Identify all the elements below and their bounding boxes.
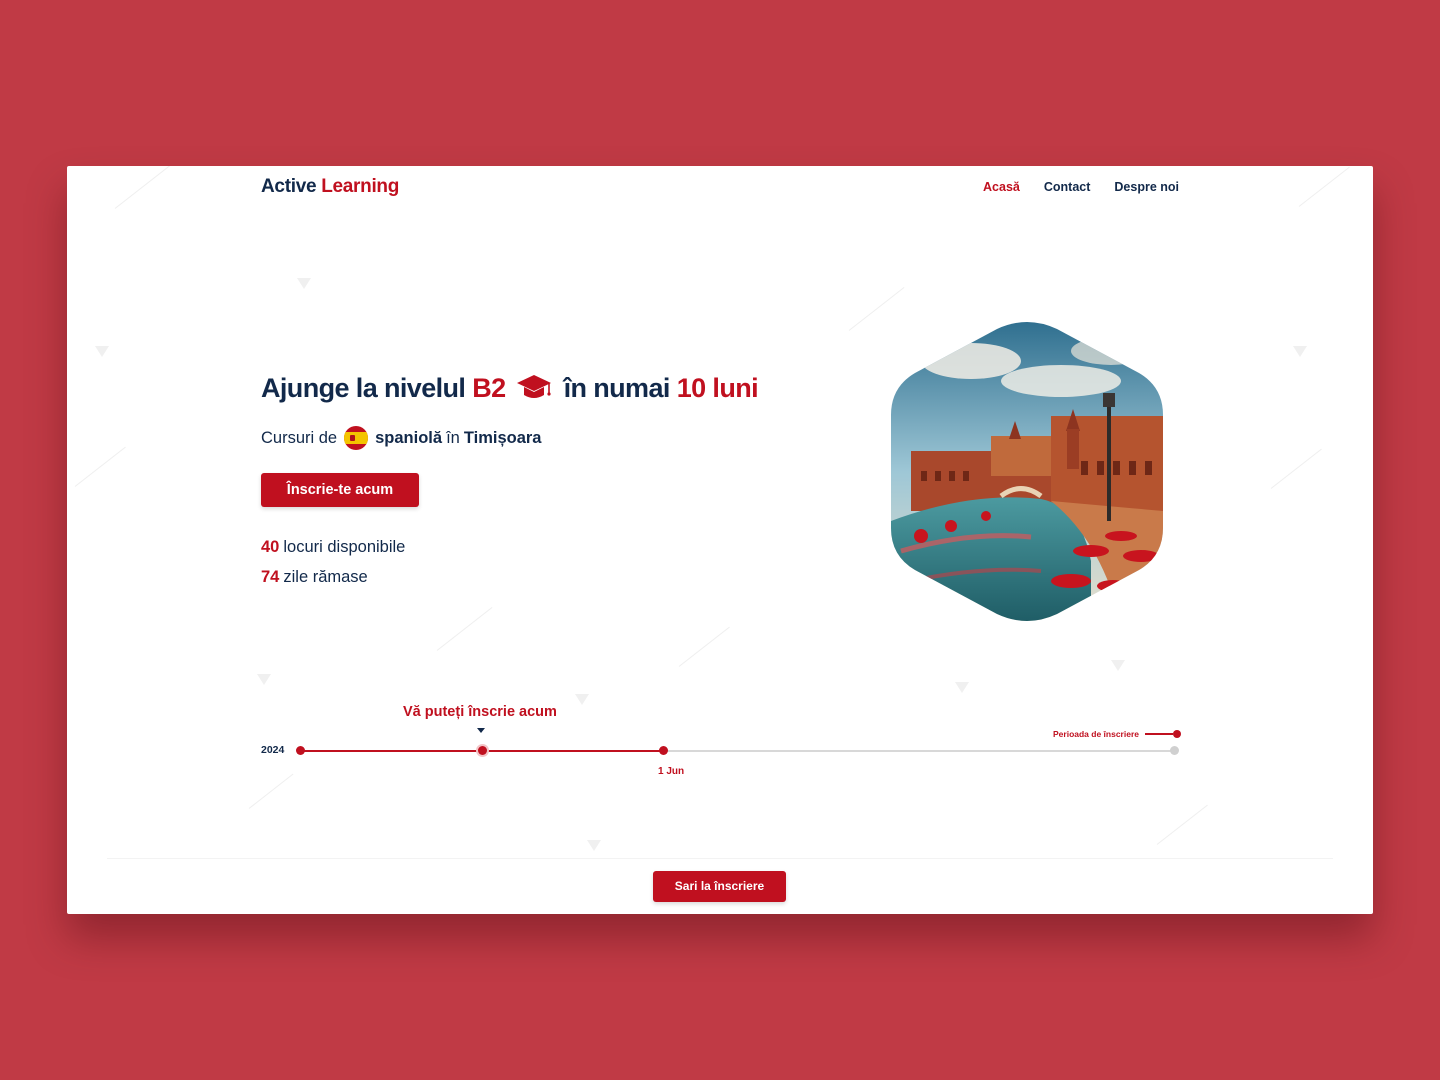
nav-link-contact[interactable]: Contact <box>1044 180 1091 194</box>
subline-pre: Cursuri de <box>261 428 338 447</box>
nav-links: Acasă Contact Despre noi <box>983 180 1179 194</box>
footer-divider <box>107 858 1333 859</box>
timeline-legend-label: Perioada de înscriere <box>1053 729 1139 739</box>
nav-link-home[interactable]: Acasă <box>983 180 1020 194</box>
browser-window: Active Learning Acasă Contact Despre noi… <box>67 166 1373 914</box>
headline-mid: în numai <box>563 372 671 403</box>
headline-level: B2 <box>472 372 506 403</box>
hero-headline: Ajunge la nivelul B2 în numai 10 luni <box>261 372 759 404</box>
timeline-date-label: 1 Jun <box>658 766 685 777</box>
decorative-stroke <box>1298 166 1350 207</box>
decorative-stroke <box>678 626 730 667</box>
timeline-milestone-dot <box>659 746 668 755</box>
timeline-legend: Perioada de înscriere <box>1053 729 1181 739</box>
stat-seats-value: 40 <box>261 538 280 556</box>
graduation-cap-icon <box>516 372 552 404</box>
stat-days-label: zile rămase <box>283 568 368 586</box>
subline-language: spaniolă <box>375 428 443 447</box>
decorative-stroke <box>1270 448 1322 489</box>
spain-flag-icon <box>344 426 369 450</box>
hero-stats: 40 locuri disponibile 74 zile rămase <box>261 532 758 592</box>
headline-duration: 10 luni <box>676 372 759 403</box>
decorative-triangle <box>1293 346 1307 357</box>
site-logo[interactable]: Active Learning <box>261 176 399 198</box>
decorative-triangle <box>955 682 969 693</box>
legend-line <box>1145 733 1173 735</box>
decorative-stroke <box>1156 804 1208 845</box>
timeline-end-dot <box>1170 746 1179 755</box>
decorative-triangle <box>587 840 601 851</box>
hero-subline: Cursuri de spaniolă în Timișoara <box>261 426 758 450</box>
hero-hexagon-image <box>891 321 1163 622</box>
decorative-stroke <box>436 607 493 651</box>
decorative-triangle <box>95 346 109 357</box>
nav-link-about[interactable]: Despre noi <box>1114 180 1179 194</box>
subline-city: Timișoara <box>463 428 542 447</box>
timeline-current-label: Vă puteți înscrie acum <box>403 704 557 720</box>
timeline-start-dot <box>296 746 305 755</box>
stat-days: 74 zile rămase <box>261 562 758 592</box>
logo-accent: Learning <box>321 176 400 197</box>
timeline-current-dot <box>478 746 487 755</box>
decorative-stroke <box>114 166 171 209</box>
subline-in: în <box>446 428 460 447</box>
stat-seats-label: locuri disponibile <box>283 538 406 556</box>
legend-dot <box>1173 730 1181 738</box>
timeline-year: 2024 <box>261 744 285 756</box>
decorative-triangle <box>297 278 311 289</box>
enroll-now-button[interactable]: Înscrie-te acum <box>261 473 419 507</box>
stat-seats: 40 locuri disponibile <box>261 532 758 562</box>
hero-section: Ajunge la nivelul B2 în numai 10 luni Cu… <box>261 372 759 592</box>
skip-to-enrollment-button[interactable]: Sari la înscriere <box>653 871 786 902</box>
headline-pre: Ajunge la nivelul <box>261 372 466 403</box>
caret-down-icon <box>477 728 485 733</box>
logo-primary: Active <box>261 176 317 197</box>
decorative-stroke <box>74 446 126 487</box>
decorative-triangle <box>1111 660 1125 671</box>
stat-days-value: 74 <box>261 568 280 586</box>
enrollment-timeline: Vă puteți înscrie acum Perioada de înscr… <box>261 704 1181 784</box>
decorative-triangle <box>257 674 271 685</box>
top-nav: Active Learning Acasă Contact Despre noi <box>261 166 1179 208</box>
